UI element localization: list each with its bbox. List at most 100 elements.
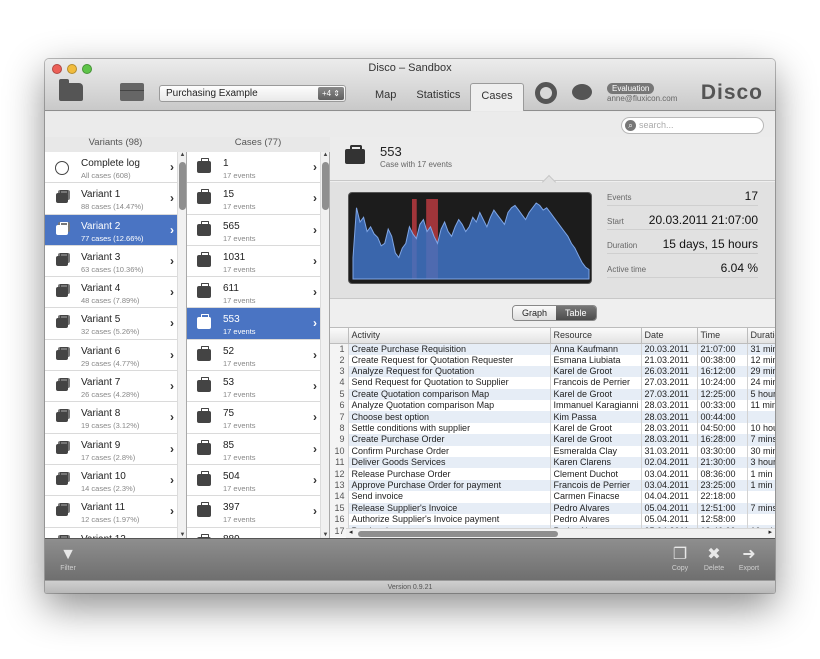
variant-list-item[interactable]: Variant 7 26 cases (4.28%) › xyxy=(45,371,186,403)
variant-list-item[interactable]: Variant 4 48 cases (7.89%) › xyxy=(45,277,186,309)
table-cell: 08:36:00 xyxy=(697,468,748,480)
column-header[interactable]: Duration xyxy=(747,328,775,344)
variant-list-item[interactable]: Variant 9 17 cases (2.8%) › xyxy=(45,434,186,465)
graph-toggle-button[interactable]: Graph xyxy=(513,306,557,320)
table-row[interactable]: 2 Create Request for Quotation Requester E… xyxy=(330,354,775,366)
item-name: 75 xyxy=(223,408,235,420)
case-list-item[interactable]: 553 17 events › xyxy=(187,308,329,340)
case-detail-panel: 553 Case with 17 events Events 17 Start … xyxy=(330,137,775,538)
case-list-item[interactable]: 85 17 events › xyxy=(187,434,329,465)
table-row[interactable]: 5 Create Quotation comparison Map Karel de… xyxy=(330,388,775,401)
table-row[interactable]: 11 Deliver Goods Services Karen Clarens 02.… xyxy=(330,457,775,469)
table-row[interactable]: 1 Create Purchase Requisition Anna Kaufman… xyxy=(330,343,775,355)
column-header[interactable] xyxy=(330,328,349,344)
variant-list-item[interactable]: Complete log All cases (608) › xyxy=(45,152,186,184)
table-row[interactable]: 6 Analyze Quotation comparison Map Immanue… xyxy=(330,400,775,412)
variant-list-item[interactable]: Variant 11 12 cases (1.97%) › xyxy=(45,496,186,528)
table-cell: Karel de Groot xyxy=(550,365,642,378)
cases-scrollbar[interactable]: ▲ ▼ xyxy=(320,152,329,538)
export-button[interactable]: ➜ Export xyxy=(731,545,767,572)
item-subtitle: 17 events xyxy=(223,421,256,431)
case-list-item[interactable]: 75 17 events › xyxy=(187,402,329,434)
dataset-select[interactable]: Purchasing Example +4 ⇕ xyxy=(159,85,346,102)
chevron-right-icon: › xyxy=(170,410,174,425)
scroll-up-icon[interactable]: ▲ xyxy=(321,152,329,158)
item-subtitle: All cases (608) xyxy=(81,171,131,180)
filter-button[interactable]: ▼ Filter xyxy=(50,545,86,572)
table-horizontal-scrollbar[interactable]: ◂ ▸ xyxy=(346,528,775,538)
column-header[interactable]: Time xyxy=(697,328,748,344)
version-status: Version 0.9.21 xyxy=(45,580,775,593)
table-row[interactable]: 16 Authorize Supplier's Invoice payment Pe… xyxy=(330,513,775,526)
variant-list-item[interactable]: Variant 8 19 cases (3.12%) › xyxy=(45,402,186,434)
table-row[interactable]: 3 Analyze Request for Quotation Karel de G… xyxy=(330,365,775,378)
open-folder-icon[interactable] xyxy=(59,79,83,101)
variants-scrollbar[interactable]: ▲ ▼ xyxy=(177,152,186,538)
delete-button[interactable]: ✖ Delete xyxy=(696,545,732,572)
table-row[interactable]: 12 Release Purchase Order Clement Duchot 03… xyxy=(330,468,775,480)
table-row[interactable]: 4 Send Request for Quotation to Supplier F… xyxy=(330,377,775,389)
copy-icon: ❐ xyxy=(672,546,688,563)
scroll-thumb[interactable] xyxy=(179,162,186,210)
briefcase-icon xyxy=(197,251,211,267)
column-header[interactable]: Activity xyxy=(348,328,551,344)
case-list-item[interactable]: 889› xyxy=(187,528,329,538)
project-drawer-icon[interactable] xyxy=(120,83,144,101)
copy-button[interactable]: ❐ Copy xyxy=(662,545,698,572)
table-toggle-button[interactable]: Table xyxy=(556,306,596,320)
scroll-thumb[interactable] xyxy=(358,531,558,537)
variant-list-item[interactable]: Variant 1 88 cases (14.47%) › xyxy=(45,183,186,215)
item-name: Variant 4 xyxy=(81,283,121,295)
table-cell: 21:30:00 xyxy=(697,457,748,469)
table-cell: 15 xyxy=(330,502,349,514)
item-subtitle: 12 cases (1.97%) xyxy=(81,515,140,525)
scroll-right-icon[interactable]: ▸ xyxy=(768,528,772,536)
table-row[interactable]: 10 Confirm Purchase Order Esmeralda Clay 31… xyxy=(330,445,775,458)
briefcase-icon xyxy=(197,377,211,393)
case-list-item[interactable]: 504 17 events › xyxy=(187,465,329,497)
case-list-item[interactable]: 565 17 events › xyxy=(187,215,329,246)
item-name: Variant 2 xyxy=(81,220,121,232)
case-list-item[interactable]: 397 17 events › xyxy=(187,496,329,528)
case-list-item[interactable]: 52 17 events › xyxy=(187,340,329,372)
column-header[interactable]: Date xyxy=(641,328,698,344)
table-row[interactable]: 8 Settle conditions with supplier Karel de… xyxy=(330,422,775,435)
tab-statistics[interactable]: Statistics xyxy=(406,83,470,111)
scroll-left-icon[interactable]: ◂ xyxy=(349,528,353,536)
table-cell: 10 xyxy=(330,445,349,458)
item-subtitle: 17 events xyxy=(223,233,256,243)
case-list-item[interactable]: 1 17 events › xyxy=(187,152,329,184)
variant-list-item[interactable]: Variant 5 32 cases (5.26%) › xyxy=(45,308,186,340)
variant-list-item[interactable]: Variant 12› xyxy=(45,528,186,538)
lifebuoy-icon[interactable] xyxy=(535,82,557,104)
variant-list-item[interactable]: Variant 10 14 cases (2.3%) › xyxy=(45,465,186,497)
case-list-item[interactable]: 53 17 events › xyxy=(187,371,329,403)
table-row[interactable]: 13 Approve Purchase Order for payment Fran… xyxy=(330,479,775,492)
scroll-up-icon[interactable]: ▲ xyxy=(178,152,186,158)
table-row[interactable]: 7 Choose best option Kim Passa 28.03.2011 00… xyxy=(330,411,775,423)
table-cell: 03.04.2011 xyxy=(641,479,698,492)
item-name: 1031 xyxy=(223,251,246,263)
table-cell: 7 mins xyxy=(747,434,775,446)
variant-list-item[interactable]: Variant 3 63 cases (10.36%) › xyxy=(45,246,186,278)
dataset-copies-badge[interactable]: +4 ⇕ xyxy=(317,87,344,100)
case-list-item[interactable]: 1031 17 events › xyxy=(187,246,329,278)
table-cell: 11 xyxy=(330,457,349,469)
tab-map[interactable]: Map xyxy=(365,83,406,111)
stacked-briefcase-icon xyxy=(56,378,68,392)
table-row[interactable]: 9 Create Purchase Order Karel de Groot 28.0… xyxy=(330,434,775,446)
variants-header: Variants (98) xyxy=(88,137,143,148)
item-subtitle: 32 cases (5.26%) xyxy=(81,327,140,337)
tab-cases[interactable]: Cases xyxy=(470,83,524,111)
table-row[interactable]: 15 Release Supplier's Invoice Pedro Alvare… xyxy=(330,502,775,514)
variant-list-item[interactable]: Variant 2 77 cases (12.66%) › xyxy=(45,214,186,246)
case-list-item[interactable]: 15 17 events › xyxy=(187,183,329,215)
table-row[interactable]: 14 Send invoice Carmen Finacse 04.04.2011 22… xyxy=(330,491,775,503)
column-header[interactable]: Resource xyxy=(550,328,642,344)
variant-list-item[interactable]: Variant 6 29 cases (4.77%) › xyxy=(45,340,186,372)
table-cell: 7 mins xyxy=(747,502,775,514)
scroll-thumb[interactable] xyxy=(322,162,329,210)
case-list-item[interactable]: 611 17 events › xyxy=(187,277,329,309)
search-input[interactable]: ⌕ search... xyxy=(621,117,764,134)
chat-bubble-icon[interactable] xyxy=(572,84,592,100)
